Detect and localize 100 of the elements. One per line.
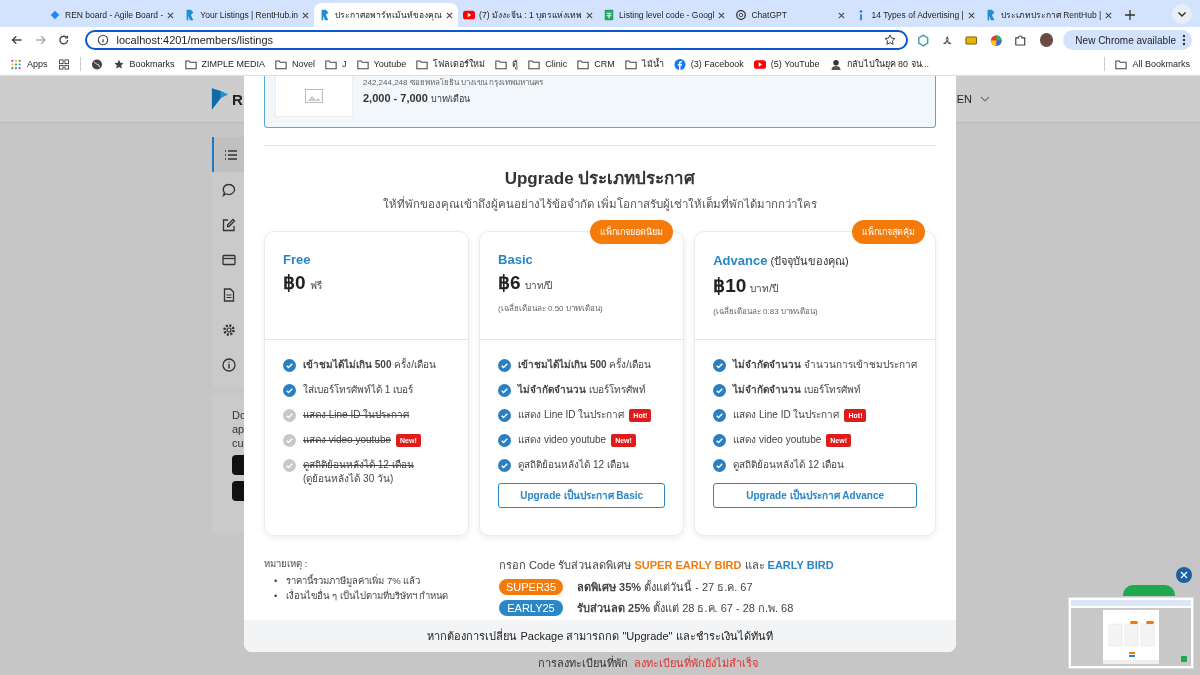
- profile-avatar[interactable]: [1039, 33, 1054, 47]
- close-icon[interactable]: [967, 11, 975, 19]
- plan-price: ฿10: [713, 274, 747, 297]
- folder-icon: [495, 58, 508, 70]
- browser-tab[interactable]: 14 Types of Advertising |: [850, 3, 980, 27]
- update-button[interactable]: New Chrome available: [1063, 30, 1192, 50]
- status-text: ลงทะเบียนที่พักยังไม่สำเร็จ: [634, 654, 758, 671]
- tab-groups-icon[interactable]: [57, 58, 70, 70]
- tab-title: Listing level code - Googl: [619, 10, 715, 20]
- chat-icon[interactable]: [222, 182, 236, 197]
- facebook-icon: [673, 58, 686, 70]
- site-info-icon: [96, 34, 109, 46]
- folder-icon: [624, 58, 637, 70]
- bookmark-item[interactable]: ZIMPLE MEDIA: [184, 58, 266, 70]
- bookmark-item[interactable]: Novel: [275, 58, 316, 70]
- bookmark-label: กลับไปในยุค 80 จน...: [846, 58, 930, 71]
- average-price: (เฉลี่ยเดือนละ 0.83 บาท/เดือน): [713, 305, 819, 318]
- close-icon[interactable]: [1176, 567, 1192, 583]
- tab-title: ประกาศอพาร์ทเม้นท์ของคุณ: [335, 9, 443, 22]
- price-unit: บาท/ปี: [524, 279, 553, 293]
- card-icon[interactable]: [222, 252, 236, 267]
- feature-text: ไม่จำกัดจำนวน จำนวนการเข้าชมประกาศ: [733, 358, 917, 372]
- puzzle-icon[interactable]: [1014, 33, 1027, 47]
- info-icon[interactable]: [222, 357, 236, 372]
- hexagon-icon[interactable]: [916, 33, 929, 47]
- bookmark-item[interactable]: Youtube: [356, 58, 407, 70]
- all-bookmarks-button[interactable]: All Bookmarks: [1115, 58, 1190, 70]
- folder-icon: [528, 58, 541, 70]
- average-price: (เฉลี่ยเดือนละ 0.50 บาท/เดือน): [498, 302, 604, 315]
- folder-icon: [325, 58, 338, 70]
- close-icon[interactable]: [302, 11, 310, 19]
- feature-text: ใส่เบอร์โทรศัพท์ได้ 1 เบอร์: [303, 383, 414, 397]
- list-icon[interactable]: [224, 147, 238, 162]
- close-icon[interactable]: [167, 11, 175, 19]
- plan-price: ฿0: [283, 271, 306, 294]
- bookmark-item[interactable]: CRM: [577, 58, 615, 70]
- card-icon[interactable]: [965, 33, 978, 47]
- bookmark-item[interactable]: Apps: [10, 58, 48, 70]
- dialog-subtitle: ให้ที่พักของคุณเข้าถึงผู้คนอย่างไร้ข้อจำกัด เพิ่มโอกาสรับผู้เช่าให้เต็มที่พักได้มากกว่าใคร: [381, 195, 819, 213]
- bookmark-star-icon[interactable]: [883, 34, 896, 46]
- browser-tab[interactable]: ChatGPT: [730, 3, 851, 27]
- image-icon: [305, 89, 323, 103]
- current-plan-note: (ปัจจุบันของคุณ): [770, 254, 849, 270]
- close-icon[interactable]: [1105, 11, 1113, 19]
- close-icon[interactable]: [586, 11, 594, 19]
- close-icon[interactable]: [446, 11, 454, 19]
- bookmark-item[interactable]: ตู้: [495, 57, 519, 71]
- address-bar[interactable]: localhost:4201/members/listings: [84, 30, 908, 50]
- back-icon[interactable]: [11, 34, 23, 46]
- bookmark-item[interactable]: กลับไปในยุค 80 จน...: [829, 57, 930, 71]
- reload-icon[interactable]: [58, 34, 70, 46]
- bookmark-item[interactable]: Bookmarks: [112, 58, 175, 70]
- feature-text: ดูสถิติย้อนหลังได้ 12 เดือน: [733, 458, 844, 472]
- color-wheel-icon[interactable]: [989, 33, 1003, 47]
- bookmark-label: Clinic: [545, 59, 568, 69]
- bookmark-item[interactable]: (5) YouTube: [753, 58, 820, 70]
- settings-icon[interactable]: [222, 322, 236, 337]
- field-label: การลงทะเบียนที่พัก: [538, 654, 628, 671]
- promo-text: ap: [232, 423, 246, 435]
- browser-tab[interactable]: REN board - Agile Board -: [44, 3, 180, 27]
- bullet: •: [274, 574, 278, 587]
- promo-code: EARLY25: [499, 600, 563, 616]
- apps-grid-icon: [10, 58, 22, 70]
- browser-tab[interactable]: ประเภทประกาศ RentHub |: [979, 3, 1118, 27]
- feature-text: แสดง Line ID ในประกาศ: [303, 408, 410, 422]
- chevron-down-icon[interactable]: [1172, 4, 1192, 24]
- edit-icon[interactable]: [222, 217, 236, 232]
- promo-heading: กรอก Code รับส่วนลดพิเศษ SUPER EARLY BIRD และ EARLY BIRD: [499, 558, 835, 573]
- new-tab-icon[interactable]: [1125, 10, 1136, 20]
- url-text: localhost:4201/members/listings: [116, 34, 274, 46]
- folder-icon: [184, 58, 197, 70]
- bookmark-label: ZIMPLE MEDIA: [201, 59, 266, 69]
- browser-tab[interactable]: ประกาศอพาร์ทเม้นท์ของคุณ: [314, 3, 459, 27]
- browser-tab[interactable]: (7) มังงะจีน : 1 บุตรแห่งเทพ: [458, 3, 599, 27]
- upgrade-button[interactable]: Upgrade เป็นประกาศ Advance: [713, 483, 917, 508]
- document-icon[interactable]: [222, 287, 236, 302]
- folder-icon: [416, 58, 429, 70]
- browser-tab[interactable]: Your Listings | RentHub.in: [179, 3, 315, 27]
- plan-name: Advance: [713, 253, 768, 268]
- browser-tab[interactable]: Listing level code - Googl: [598, 3, 731, 27]
- bookmark-item[interactable]: Clinic: [528, 58, 568, 70]
- bookmark-label: ไม้น้ำ: [641, 57, 664, 71]
- bookmark-item[interactable]: (3) Facebook: [673, 58, 744, 70]
- tab-title: REN board - Agile Board -: [65, 10, 164, 20]
- bookmark-item[interactable]: ไม้น้ำ: [624, 57, 664, 71]
- feature-text: เข้าชมได้ไม่เกิน 500 ครั้ง/เดือน: [303, 358, 437, 372]
- close-icon[interactable]: [718, 11, 726, 19]
- feature-text: แสดง Line ID ในประกาศ: [733, 408, 840, 422]
- bookmark-item[interactable]: J: [325, 58, 347, 70]
- feature-text: ไม่จำกัดจำนวน เบอร์โทรศัพท์: [733, 383, 861, 397]
- close-icon[interactable]: [838, 11, 846, 19]
- bullet: •: [274, 589, 278, 602]
- promo-description: รับส่วนลด 25% ตั้งแต่ 28 ธ.ค. 67 - 28 ก.พ. 68: [577, 600, 794, 616]
- language-selector[interactable]: EN: [956, 93, 972, 105]
- note-item: ราคานี้รวมภาษีมูลค่าเพิ่ม 7% แล้ว: [286, 574, 421, 587]
- bookmark-item[interactable]: โฟลเดอร์ใหม่: [416, 57, 486, 71]
- promo-text: cu: [232, 437, 245, 449]
- upgrade-button[interactable]: Upgrade เป็นประกาศ Basic: [498, 483, 666, 508]
- footer-text: หากต้องการเปลี่ยน Package สามารถกด "Upgrade" และชำระเงินได้ทันที: [427, 627, 773, 644]
- note-item: เงื่อนไขอื่น ๆ เป็นไปตามที่บริษัทฯ กำหนด: [286, 589, 449, 602]
